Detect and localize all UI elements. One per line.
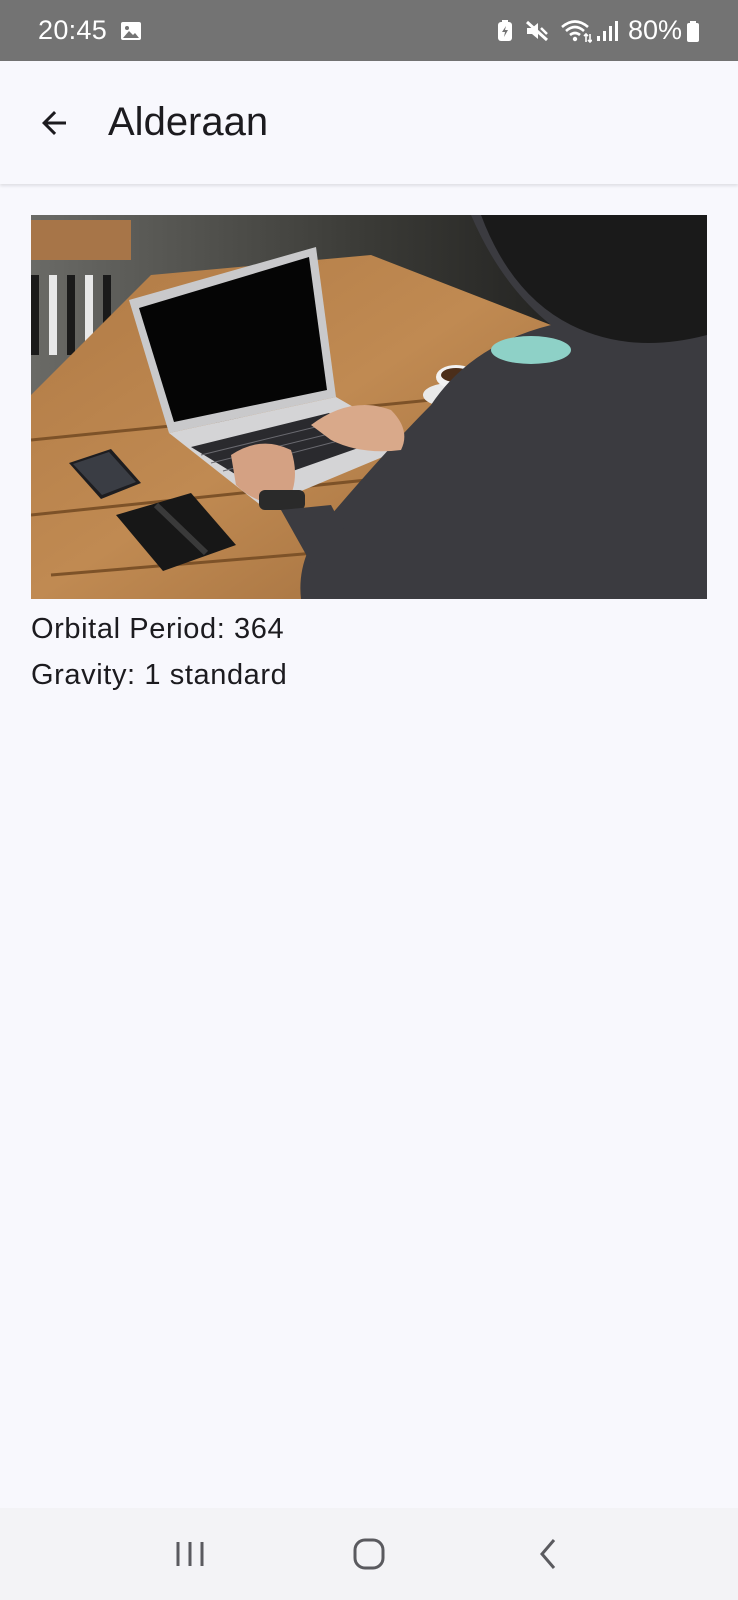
signal-icon xyxy=(596,19,618,43)
planet-detail: Orbital Period: 364 Gravity: 1 standard xyxy=(31,215,707,698)
page-title: Alderaan xyxy=(108,100,269,144)
battery-percent: 80% xyxy=(627,15,682,45)
battery-icon xyxy=(686,19,700,43)
orbital-period: Orbital Period: 364 xyxy=(31,613,285,645)
screen: 20:45 80% Alderaan Orbital Period: 364 G… xyxy=(0,0,738,1600)
recent-apps-icon xyxy=(176,1542,204,1566)
wifi-icon xyxy=(560,18,592,44)
status-bar: 20:45 80% xyxy=(0,0,738,61)
nav-back-button[interactable] xyxy=(508,1514,588,1594)
navigation-bar xyxy=(0,1508,738,1600)
mute-icon xyxy=(524,19,550,43)
back-button[interactable] xyxy=(24,93,84,153)
app-bar: Alderaan xyxy=(0,61,738,184)
status-right: 80% xyxy=(496,15,700,46)
gravity: Gravity: 1 standard xyxy=(31,659,288,691)
status-time: 20:45 xyxy=(38,15,108,45)
recent-apps-button[interactable] xyxy=(150,1514,230,1594)
status-left: 20:45 xyxy=(38,15,143,46)
gallery-icon xyxy=(119,19,143,43)
planet-image xyxy=(31,215,707,599)
battery-saver-icon xyxy=(496,19,514,43)
arrow-back-icon xyxy=(42,110,66,135)
home-button[interactable] xyxy=(329,1514,409,1594)
back-icon xyxy=(540,1539,556,1569)
home-icon xyxy=(353,1538,385,1570)
